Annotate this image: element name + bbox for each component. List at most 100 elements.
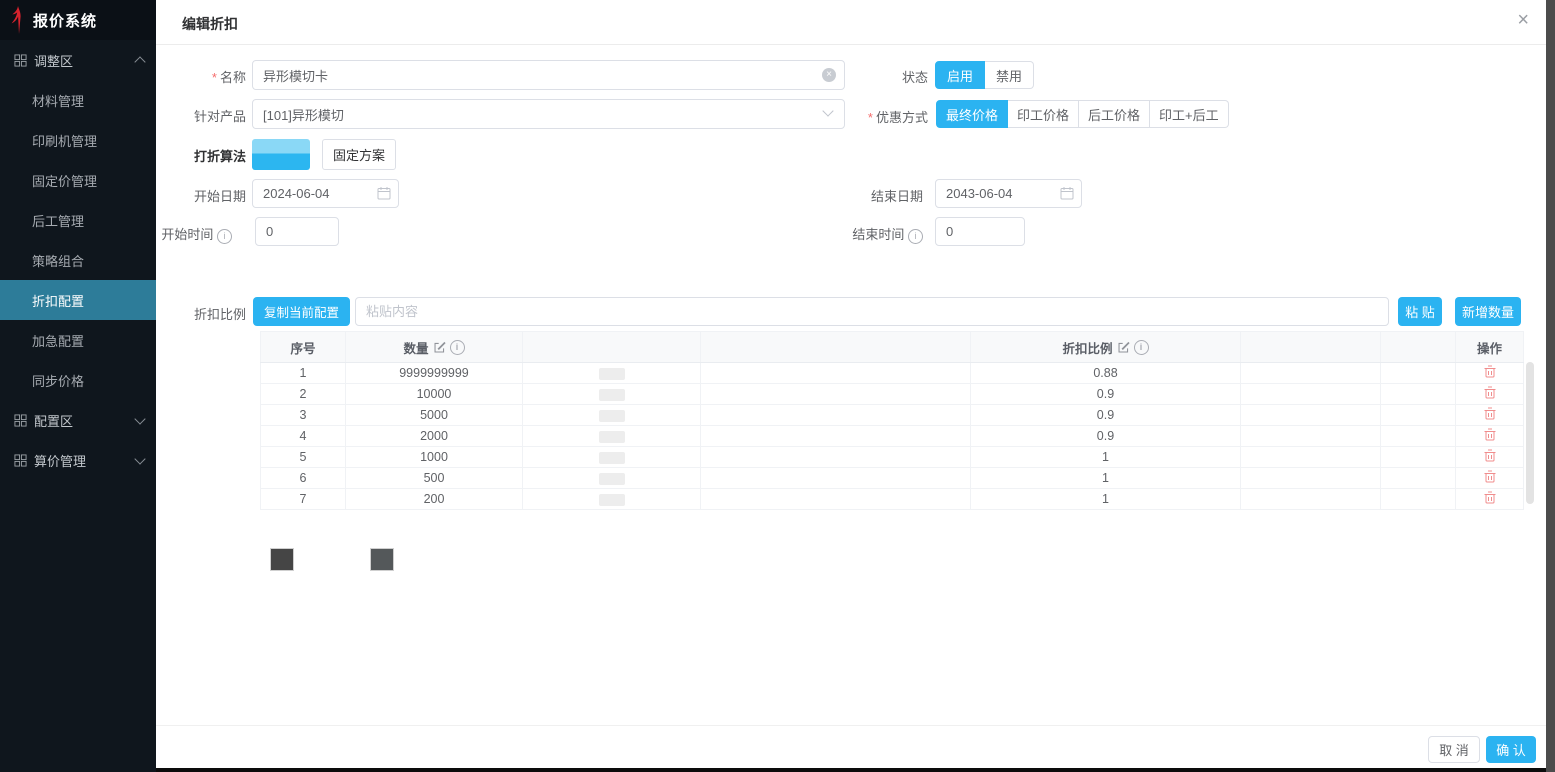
trash-icon[interactable] [1484, 491, 1496, 504]
trash-icon[interactable] [1484, 470, 1496, 483]
cell-index: 2 [261, 384, 346, 405]
confirm-button[interactable]: 确 认 [1486, 736, 1536, 763]
dialog-title: 编辑折扣 [182, 14, 238, 34]
status-label: 状态 [848, 67, 928, 86]
app-window: 报价系统 调整区 材料管理 印刷机管理 固定价管理 后工管理 策略组合 折扣配置… [0, 0, 1555, 772]
discount-section-label: 折扣比例 [156, 304, 246, 323]
segmented-option[interactable]: 印工+后工 [1150, 100, 1229, 128]
segmented-option[interactable]: 启用 [935, 61, 985, 89]
col-index: 序号 [261, 332, 346, 363]
col-action: 操作 [1456, 332, 1524, 363]
trash-icon[interactable] [1484, 386, 1496, 399]
skeleton-box [599, 431, 625, 443]
sidebar-group-config[interactable]: 配置区 [0, 400, 156, 440]
discount-table-body: 1 9999999999 0.88 2 10000 0.9 3 5000 0.9 [261, 363, 1524, 510]
table-row: 3 5000 0.9 [261, 405, 1524, 426]
segmented-option[interactable]: 后工价格 [1079, 100, 1150, 128]
sidebar-item[interactable]: 印刷机管理 [0, 120, 156, 160]
paste-button[interactable]: 粘 贴 [1398, 297, 1442, 326]
product-select[interactable] [252, 99, 845, 129]
table-row: 7 200 1 [261, 489, 1524, 510]
skeleton-box [599, 389, 625, 401]
segmented-option[interactable]: 最终价格 [936, 100, 1008, 128]
image-placeholder [370, 548, 394, 571]
cell-index: 7 [261, 489, 346, 510]
cell-index: 1 [261, 363, 346, 384]
trash-icon[interactable] [1484, 407, 1496, 420]
paste-content-input[interactable] [355, 297, 1389, 326]
sidebar-item[interactable]: 策略组合 [0, 240, 156, 280]
algorithm-label: 打折算法 [156, 146, 246, 165]
start-time-input[interactable] [255, 217, 339, 246]
cell-ratio: 0.9 [971, 426, 1241, 447]
col-ratio: 折扣比例 i [971, 332, 1241, 363]
cell-quantity: 1000 [346, 447, 523, 468]
info-icon: i [450, 340, 465, 355]
trash-icon[interactable] [1484, 449, 1496, 462]
skeleton-box [599, 410, 625, 422]
end-time-input[interactable] [935, 217, 1025, 246]
algorithm-selected-button[interactable] [252, 139, 310, 170]
sidebar-item[interactable]: 后工管理 [0, 200, 156, 240]
edit-icon[interactable] [433, 341, 446, 354]
clear-icon[interactable]: × [822, 68, 836, 82]
skeleton-box [599, 494, 625, 506]
cancel-button[interactable]: 取 消 [1428, 736, 1480, 763]
sidebar-item[interactable]: 固定价管理 [0, 160, 156, 200]
cell-index: 3 [261, 405, 346, 426]
cell-quantity: 500 [346, 468, 523, 489]
edit-icon[interactable] [1117, 341, 1130, 354]
info-icon: i [908, 229, 923, 244]
skeleton-box [599, 473, 625, 485]
table-row: 5 1000 1 [261, 447, 1524, 468]
grid-icon [14, 454, 27, 467]
close-icon[interactable]: × [1517, 10, 1529, 30]
table-scrollbar[interactable] [1526, 362, 1534, 504]
copy-config-button[interactable]: 复制当前配置 [253, 297, 350, 326]
sidebar-submenu: 材料管理 印刷机管理 固定价管理 后工管理 策略组合 折扣配置 加急配置 同步价… [0, 80, 156, 400]
segmented-option[interactable]: 印工价格 [1008, 100, 1079, 128]
product-label: 针对产品 [156, 106, 246, 125]
sidebar-group-pricing[interactable]: 算价管理 [0, 440, 156, 480]
calendar-icon[interactable] [1060, 186, 1074, 200]
cell-index: 4 [261, 426, 346, 447]
cell-ratio: 1 [971, 447, 1241, 468]
sidebar-item[interactable]: 材料管理 [0, 80, 156, 120]
chevron-up-icon [134, 56, 145, 67]
grid-icon [14, 414, 27, 427]
cell-index: 6 [261, 468, 346, 489]
image-placeholder [270, 548, 294, 571]
end-time-label: 结束时间 i [823, 224, 923, 244]
chevron-down-icon [134, 413, 145, 424]
cell-ratio: 1 [971, 468, 1241, 489]
logo-flame-icon [10, 6, 24, 34]
cell-ratio: 0.9 [971, 405, 1241, 426]
segmented-option[interactable]: 禁用 [985, 61, 1034, 89]
start-date-label: 开始日期 [156, 186, 246, 205]
window-edge [1546, 0, 1555, 772]
app-title: 报价系统 [33, 10, 97, 31]
sidebar-group-adjust[interactable]: 调整区 [0, 40, 156, 80]
sidebar-item[interactable]: 加急配置 [0, 320, 156, 360]
trash-icon[interactable] [1484, 428, 1496, 441]
skeleton-box [599, 452, 625, 464]
promo-toggle: 最终价格印工价格后工价格印工+后工 [936, 100, 1229, 128]
calendar-icon[interactable] [377, 186, 391, 200]
name-input[interactable] [252, 60, 845, 90]
table-row: 6 500 1 [261, 468, 1524, 489]
table-row: 2 10000 0.9 [261, 384, 1524, 405]
add-quantity-button[interactable]: 新增数量 [1455, 297, 1521, 326]
cell-quantity: 200 [346, 489, 523, 510]
edit-discount-dialog: 编辑折扣 × *名称 × 状态 启用禁用 针对产品 *优惠方式 最终价格印工价格… [156, 0, 1555, 772]
cell-ratio: 1 [971, 489, 1241, 510]
cell-quantity: 5000 [346, 405, 523, 426]
table-row: 1 9999999999 0.88 [261, 363, 1524, 384]
col-quantity: 数量 i [346, 332, 523, 363]
promo-label: *优惠方式 [808, 107, 928, 126]
grid-icon [14, 54, 27, 67]
end-date-label: 结束日期 [843, 186, 923, 205]
algorithm-fixed-button[interactable]: 固定方案 [322, 139, 396, 170]
sidebar-item[interactable]: 折扣配置 [0, 280, 156, 320]
trash-icon[interactable] [1484, 365, 1496, 378]
sidebar-item[interactable]: 同步价格 [0, 360, 156, 400]
